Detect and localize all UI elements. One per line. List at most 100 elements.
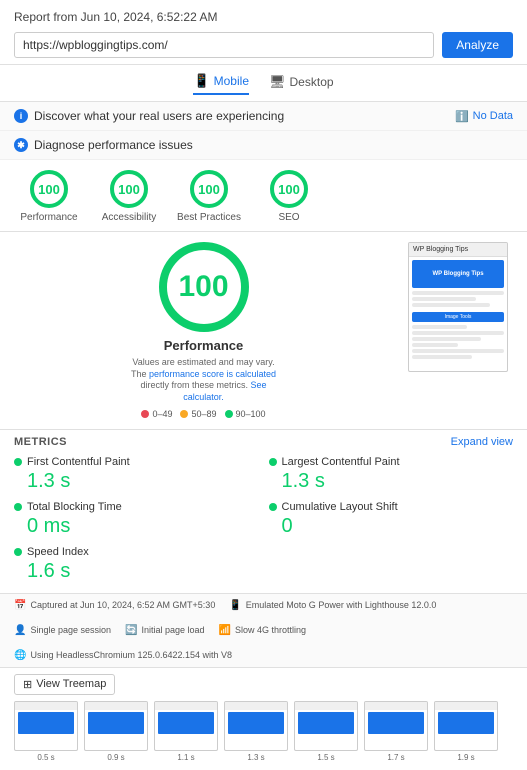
filmstrip-thumb-5	[364, 701, 428, 751]
info-text-0: Captured at Jun 10, 2024, 6:52 AM GMT+5:…	[30, 600, 215, 610]
perf-title: Performance	[164, 338, 243, 353]
screenshot-line-8	[412, 349, 504, 353]
screenshot-title: WP Blogging Tips	[413, 246, 468, 253]
filmstrip-thumb-header-3	[225, 702, 287, 710]
metric-item-fcp: First Contentful Paint 1.3 s	[14, 456, 259, 493]
view-treemap-label: View Treemap	[36, 678, 106, 690]
no-data-link[interactable]: ℹ️ No Data	[455, 110, 513, 123]
tab-desktop-label: Desktop	[290, 75, 334, 89]
filmstrip-thumb-4	[294, 701, 358, 751]
metrics-grid: First Contentful Paint 1.3 s Largest Con…	[14, 456, 513, 583]
metric-value-cls: 0	[269, 515, 514, 538]
filmstrip-caption-2: 1.1 s	[154, 753, 218, 762]
filmstrip-content-6	[435, 702, 497, 734]
diagnose-left: ✱ Diagnose performance issues	[14, 138, 193, 152]
perf-section: 100 Performance Values are estimated and…	[14, 242, 393, 419]
screenshot-line-4	[412, 325, 467, 329]
screenshot-section: WP Blogging Tips WP Blogging Tips Image …	[403, 242, 513, 419]
tab-desktop[interactable]: 🖥 Desktop	[269, 73, 334, 95]
screenshot-label: Image Tools	[412, 312, 504, 322]
metric-item-lcp: Largest Contentful Paint 1.3 s	[269, 456, 514, 493]
screenshot-mock: WP Blogging Tips WP Blogging Tips Image …	[408, 242, 508, 372]
device-tabs: 📱 Mobile 🖥 Desktop	[0, 65, 527, 102]
info-cell-2: 👤Single page session	[14, 625, 111, 636]
screenshot-line-3	[412, 303, 490, 307]
filmstrip-thumb-2	[154, 701, 218, 751]
real-users-left: i Discover what your real users are expe…	[14, 109, 284, 123]
score-circle-performance: 100	[30, 170, 68, 208]
legend-orange: 50–89	[180, 409, 216, 419]
filmstrip-thumb-blue-0	[18, 712, 74, 734]
info-footer: 📅 Captured at Jun 10, 2024, 6:52 AM GMT+5…	[0, 594, 527, 668]
filmstrip-thumb-header-1	[85, 702, 147, 710]
legend-red-dot	[141, 410, 149, 418]
view-treemap-button[interactable]: ⊞ View Treemap	[14, 674, 115, 695]
analyze-button[interactable]: Analyze	[442, 32, 513, 58]
metric-row-tbt: Total Blocking Time	[14, 501, 259, 513]
screenshot-hero: WP Blogging Tips	[412, 260, 504, 288]
filmstrip-content-1	[85, 702, 147, 734]
metric-row-fcp: First Contentful Paint	[14, 456, 259, 468]
filmstrip-item-5: 1.7 s	[364, 701, 428, 762]
metric-name-tbt: Total Blocking Time	[27, 501, 122, 513]
filmstrip-item-2: 1.1 s	[154, 701, 218, 762]
legend-orange-dot	[180, 410, 188, 418]
info-text-5: Using HeadlessChromium 125.0.6422.154 wi…	[30, 650, 232, 660]
filmstrip-thumb-blue-2	[158, 712, 214, 734]
metric-name-cls: Cumulative Layout Shift	[282, 501, 398, 513]
score-item-seo[interactable]: 100 SEO	[254, 170, 324, 223]
diagnose-label: Diagnose performance issues	[34, 138, 193, 152]
metric-dot-fcp	[14, 458, 22, 466]
tab-mobile[interactable]: 📱 Mobile	[193, 73, 249, 95]
filmstrip-thumb-1	[84, 701, 148, 751]
info-text-2: Single page session	[30, 625, 111, 635]
diagnose-bar: ✱ Diagnose performance issues	[0, 131, 527, 160]
info-icon-4: 📶	[219, 625, 231, 636]
score-item-best_practices[interactable]: 100 Best Practices	[174, 170, 244, 223]
info-icon-5: 🌐	[14, 650, 26, 661]
diag-icon: ✱	[14, 138, 28, 152]
report-title: Report from Jun 10, 2024, 6:52:22 AM	[14, 10, 513, 24]
real-users-bar: i Discover what your real users are expe…	[0, 102, 527, 131]
metric-value-fcp: 1.3 s	[14, 470, 259, 493]
see-calc-link[interactable]: See calculator.	[183, 380, 266, 402]
filmstrip-section: ⊞ View Treemap 0.5 s 0.9 s 1.1 s	[0, 668, 527, 770]
filmstrip-content-2	[155, 702, 217, 734]
filmstrip-thumb-blue-3	[228, 712, 284, 734]
filmstrip-thumb-blue-1	[88, 712, 144, 734]
screenshot-header: WP Blogging Tips	[409, 243, 507, 257]
info-icon-0: 📅	[14, 600, 26, 611]
legend-green-range: 90–100	[236, 409, 266, 419]
score-item-performance[interactable]: 100 Performance	[14, 170, 84, 223]
metrics-header: METRICS Expand view	[14, 436, 513, 448]
url-bar: Analyze	[14, 32, 513, 58]
score-item-accessibility[interactable]: 100 Accessibility	[94, 170, 164, 223]
info-cell-1: 📱Emulated Moto G Power with Lighthouse 1…	[229, 600, 436, 611]
url-input[interactable]	[14, 32, 434, 58]
score-label-seo: SEO	[278, 212, 299, 223]
main-panel: 100 Performance Values are estimated and…	[0, 232, 527, 430]
tab-mobile-label: Mobile	[214, 74, 249, 88]
filmstrip-item-1: 0.9 s	[84, 701, 148, 762]
metric-row-cls: Cumulative Layout Shift	[269, 501, 514, 513]
screenshot-line-7	[412, 343, 458, 347]
filmstrip-thumb-0	[14, 701, 78, 751]
filmstrip-thumb-header-2	[155, 702, 217, 710]
filmstrip-caption-4: 1.5 s	[294, 753, 358, 762]
mobile-icon: 📱	[193, 73, 209, 89]
metric-name-lcp: Largest Contentful Paint	[282, 456, 400, 468]
metric-name-fcp: First Contentful Paint	[27, 456, 130, 468]
legend-green: 90–100	[225, 409, 266, 419]
expand-view-link[interactable]: Expand view	[451, 436, 513, 448]
filmstrip-item-6: 1.9 s	[434, 701, 498, 762]
metric-dot-cls	[269, 503, 277, 511]
desktop-icon: 🖥	[269, 74, 286, 90]
perf-note-link[interactable]: performance score is calculated	[149, 369, 276, 379]
no-data-label: No Data	[473, 110, 513, 122]
screenshot-line-1	[412, 291, 504, 295]
info-circle: ℹ️	[455, 110, 469, 123]
info-text-3: Initial page load	[141, 625, 204, 635]
big-score-value: 100	[178, 270, 228, 304]
legend-red-range: 0–49	[152, 409, 172, 419]
score-circle-accessibility: 100	[110, 170, 148, 208]
